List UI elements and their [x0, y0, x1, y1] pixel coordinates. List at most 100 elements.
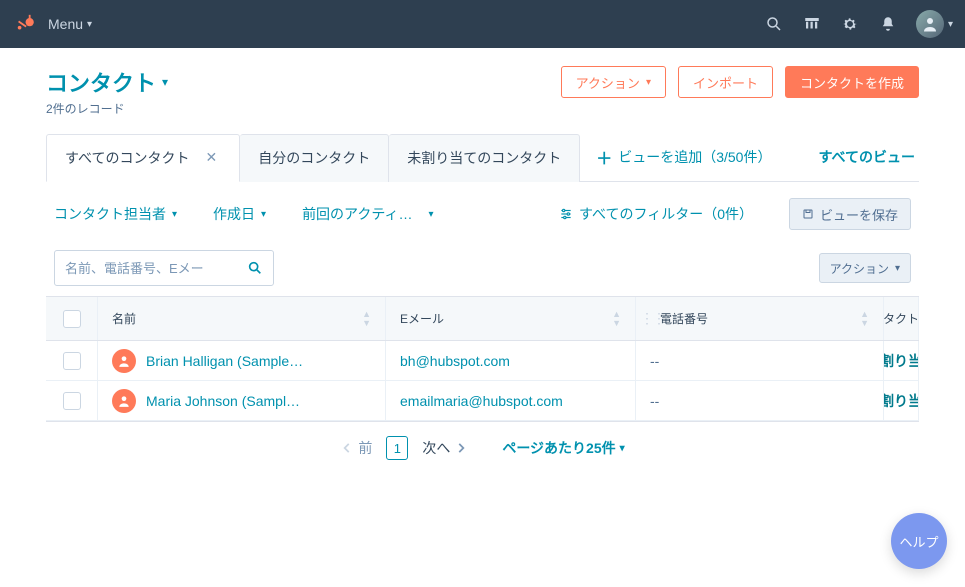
phone-value: -- [650, 353, 659, 369]
contact-name-link[interactable]: Brian Halligan (Sample… [146, 353, 303, 369]
settings-gear-icon[interactable] [840, 14, 860, 34]
filter-create-date[interactable]: 作成日 ▾ [213, 204, 266, 224]
row-checkbox[interactable] [63, 392, 81, 410]
contacts-table: 名前 ▲▼ Eメール ▲▼ ⋮⋮ 電話番号 ▲▼ コンタクト担当 [46, 296, 919, 422]
current-page-number[interactable]: 1 [386, 436, 408, 460]
table-toolbar: アクション ▾ [46, 246, 919, 296]
menu-label: Menu [48, 16, 83, 32]
next-label: 次へ [422, 438, 450, 458]
prev-page-button[interactable]: 前 [340, 438, 372, 458]
page-title: コンタクト [46, 66, 156, 98]
column-header-name[interactable]: 名前 ▲▼ [98, 297, 386, 340]
drag-handle-icon[interactable]: ⋮⋮ [640, 310, 664, 327]
tab-label: すべてのコンタクト [65, 148, 189, 168]
row-checkbox[interactable] [63, 352, 81, 370]
cell-owner: 未割り当て [884, 381, 919, 420]
owner-link[interactable]: 未割り当て [884, 391, 919, 411]
cell-email: bh@hubspot.com [386, 341, 636, 380]
per-page-dropdown[interactable]: ページあたり25件 ▾ [502, 438, 624, 458]
chevron-down-icon: ▾ [646, 77, 651, 88]
all-filters-button[interactable]: すべてのフィルター（0件） [559, 204, 753, 224]
view-tabs: すべてのコンタクト ✕ 自分のコンタクト 未割り当てのコンタクト ＋ ビューを追… [46, 133, 919, 182]
select-all-checkbox[interactable] [63, 310, 81, 328]
actions-dropdown[interactable]: アクション ▾ [561, 66, 666, 98]
table-row: Maria Johnson (Sampl… emailmaria@hubspot… [46, 381, 919, 421]
search-box [54, 250, 274, 286]
owner-link[interactable]: 未割り当て [884, 351, 919, 371]
plus-icon: ＋ [596, 145, 612, 169]
column-header-owner[interactable]: コンタクト担当 [884, 297, 919, 340]
all-views-label: すべてのビュー [819, 147, 915, 167]
sort-icon: ▲▼ [612, 310, 621, 328]
page-content: コンタクト ▾ 2件のレコード アクション ▾ インポート コンタクトを作成 す… [0, 48, 965, 474]
cell-owner: 未割り当て [884, 341, 919, 380]
save-icon [802, 208, 814, 220]
user-avatar [916, 10, 944, 38]
row-select-cell [46, 341, 98, 380]
import-label: インポート [693, 73, 758, 92]
page-header: コンタクト ▾ 2件のレコード アクション ▾ インポート コンタクトを作成 [46, 66, 919, 117]
contact-avatar-icon [112, 349, 136, 373]
next-page-button[interactable]: 次へ [422, 438, 468, 458]
contact-email-link[interactable]: emailmaria@hubspot.com [400, 393, 563, 409]
sort-icon: ▲▼ [860, 310, 869, 328]
import-button[interactable]: インポート [678, 66, 773, 98]
contact-email-link[interactable]: bh@hubspot.com [400, 353, 510, 369]
chevron-down-icon: ▾ [261, 209, 266, 220]
per-page-label: ページあたり25件 [502, 438, 615, 458]
filter-label: 作成日 [213, 204, 255, 224]
chevron-down-icon: ▾ [429, 209, 434, 220]
pagination: 前 1 次へ ページあたり25件 ▾ [46, 422, 919, 474]
filter-bar: コンタクト担当者 ▾ 作成日 ▾ 前回のアクティ… ▾ すべてのフィルター（0件… [46, 182, 919, 246]
filter-last-activity[interactable]: 前回のアクティ… ▾ [302, 204, 434, 224]
all-views-link[interactable]: すべてのビュー [815, 133, 919, 181]
title-block: コンタクト ▾ 2件のレコード [46, 66, 168, 117]
tab-label: 未割り当てのコンタクト [407, 148, 561, 168]
column-label: 電話番号 [660, 310, 708, 327]
add-view-button[interactable]: ＋ ビューを追加（3/50件） [580, 133, 787, 181]
cell-name: Brian Halligan (Sample… [98, 341, 386, 380]
chevron-left-icon [340, 441, 354, 455]
prev-label: 前 [358, 438, 372, 458]
menu-dropdown[interactable]: Menu ▾ [48, 16, 92, 32]
chevron-right-icon [454, 441, 468, 455]
search-icon[interactable] [247, 260, 263, 276]
chevron-down-icon: ▾ [948, 19, 953, 30]
chevron-down-icon: ▾ [620, 443, 625, 454]
contact-avatar-icon [112, 389, 136, 413]
table-actions-dropdown[interactable]: アクション ▾ [819, 253, 911, 283]
table-row: Brian Halligan (Sample… bh@hubspot.com -… [46, 341, 919, 381]
tab-my-contacts[interactable]: 自分のコンタクト [240, 134, 389, 182]
account-menu[interactable]: ▾ [916, 10, 953, 38]
filter-contact-owner[interactable]: コンタクト担当者 ▾ [54, 204, 177, 224]
close-icon[interactable]: ✕ [201, 145, 221, 170]
create-contact-button[interactable]: コンタクトを作成 [785, 66, 919, 98]
tab-unassigned-contacts[interactable]: 未割り当てのコンタクト [389, 134, 580, 182]
save-view-button[interactable]: ビューを保存 [789, 198, 911, 230]
tab-all-contacts[interactable]: すべてのコンタクト ✕ [46, 134, 240, 182]
filter-label: コンタクト担当者 [54, 204, 166, 224]
object-switcher[interactable]: コンタクト ▾ [46, 66, 168, 98]
chevron-down-icon: ▾ [895, 263, 900, 274]
marketplace-icon[interactable] [802, 14, 822, 34]
notifications-bell-icon[interactable] [878, 14, 898, 34]
search-input[interactable] [65, 261, 247, 276]
actions-label: アクション [576, 73, 640, 92]
help-fab[interactable]: ヘルプ [891, 513, 947, 569]
cell-name: Maria Johnson (Sampl… [98, 381, 386, 420]
sliders-icon [559, 207, 573, 221]
column-header-phone[interactable]: ⋮⋮ 電話番号 ▲▼ [636, 297, 884, 340]
cell-phone: -- [636, 381, 884, 420]
select-all-cell [46, 297, 98, 340]
row-select-cell [46, 381, 98, 420]
header-actions: アクション ▾ インポート コンタクトを作成 [561, 66, 919, 98]
contact-name-link[interactable]: Maria Johnson (Sampl… [146, 393, 300, 409]
table-actions-label: アクション [830, 260, 889, 277]
all-filters-label: すべてのフィルター（0件） [579, 204, 753, 224]
search-icon[interactable] [764, 14, 784, 34]
filter-label: 前回のアクティ… [302, 204, 412, 224]
column-header-email[interactable]: Eメール ▲▼ [386, 297, 636, 340]
help-label: ヘルプ [899, 532, 938, 551]
create-label: コンタクトを作成 [800, 73, 904, 92]
hubspot-logo-icon[interactable] [12, 10, 40, 38]
